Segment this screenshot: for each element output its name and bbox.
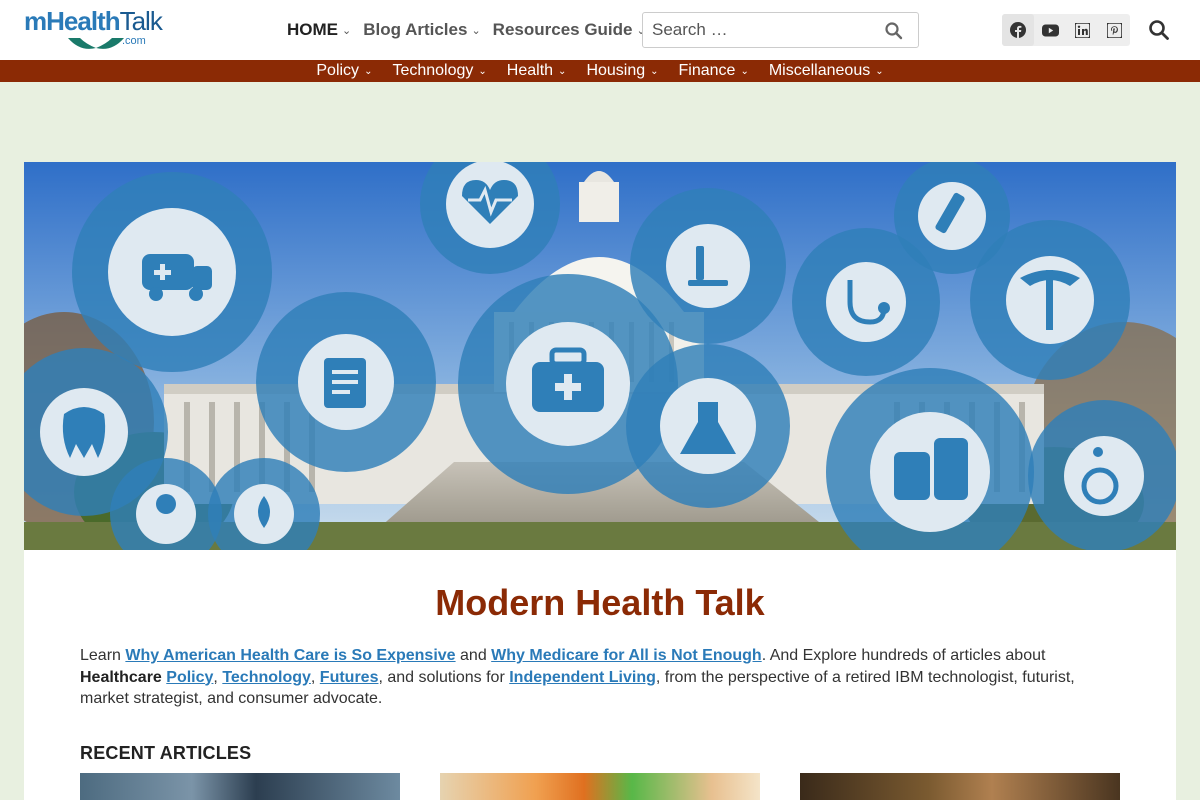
logo-m: m [24,6,47,36]
nav-item-home[interactable]: HOME ⌄ [287,20,351,40]
logo-text: mHealthTalk [24,6,163,36]
category-item-policy[interactable]: Policy ⌄ [316,62,372,80]
intro-text: , [213,668,223,686]
site-header: mHealthTalk .com HOME ⌄ Blog Articles ⌄ Re… [0,0,1200,60]
site-logo[interactable]: mHealthTalk .com [24,6,163,54]
youtube-icon [1041,24,1059,36]
category-label: Finance [678,62,736,79]
hero-image [24,162,1176,550]
search-icon[interactable] [884,21,904,41]
category-item-finance[interactable]: Finance ⌄ [679,62,749,80]
category-label: Housing [586,62,646,79]
chevron-down-icon: ⌄ [342,24,352,37]
logo-com: .com [122,35,146,47]
linkedin-link[interactable] [1066,14,1098,46]
link-independent-living[interactable]: Independent Living [509,669,656,686]
recent-articles-heading: RECENT ARTICLES [80,743,252,763]
intro-text: and [455,647,492,664]
intro-text: Learn [80,647,126,664]
intro-paragraph: Learn Why American Health Care is So Exp… [80,645,1090,710]
category-label: Health [506,62,554,79]
intro-bold: Healthcare [80,668,162,686]
chevron-down-icon: ⌄ [875,65,884,77]
page-title: Modern Health Talk [435,582,765,623]
search-form [642,12,919,48]
facebook-link[interactable] [1002,14,1034,46]
pinterest-link[interactable] [1098,14,1130,46]
nav-label: Blog Articles [363,20,468,39]
main-content: Modern Health Talk Learn Why American He… [24,550,1176,800]
logo-health: Health [46,6,120,36]
category-item-housing[interactable]: Housing ⌄ [586,62,658,80]
chevron-down-icon: ⌄ [471,24,481,37]
link-policy[interactable]: Policy [166,669,213,686]
category-label: Policy [316,62,360,79]
youtube-link[interactable] [1034,14,1066,46]
link-why-health-care-expensive[interactable]: Why American Health Care is So Expensive [125,647,455,664]
link-medicare-for-all[interactable]: Why Medicare for All is Not Enough [491,647,762,664]
intro-text: . And Explore hundreds of articles about [761,647,1046,664]
category-item-health[interactable]: Health ⌄ [507,62,567,80]
category-item-miscellaneous[interactable]: Miscellaneous ⌄ [769,62,884,80]
nav-item-resources-guide[interactable]: Resources Guide⌄ [493,20,646,40]
category-label: Miscellaneous [768,62,871,79]
logo-talk: Talk [119,6,163,36]
nav-item-blog-articles[interactable]: Blog Articles ⌄ [363,20,480,40]
search-input[interactable] [643,13,873,47]
chevron-down-icon: ⌄ [364,65,373,77]
main-nav: HOME⌄ Blog Articles⌄ Resources Guide⌄ [287,0,658,60]
article-thumbnail[interactable] [800,773,1120,800]
chevron-down-icon: ⌄ [650,65,659,77]
article-thumbnail[interactable] [80,773,400,800]
category-label: Technology [392,62,474,79]
article-thumbnail[interactable] [440,773,760,800]
link-technology[interactable]: Technology [222,669,311,686]
hands-icon [68,38,124,49]
chevron-down-icon: ⌄ [558,65,567,77]
social-links [1002,14,1130,46]
chevron-down-icon: ⌄ [740,65,749,77]
chevron-down-icon: ⌄ [478,65,487,77]
facebook-icon [1010,22,1026,38]
category-nav: Policy ⌄ Technology ⌄ Health ⌄ Housing ⌄ Fin… [0,60,1200,82]
category-item-technology[interactable]: Technology ⌄ [392,62,486,80]
intro-text: , [310,668,320,686]
pinterest-icon [1106,22,1122,38]
capitol-healthcare-illustration [24,162,1176,550]
nav-label: Resources Guide [492,20,633,39]
linkedin-icon [1074,22,1090,38]
intro-text: , and solutions for [378,668,510,686]
search-icon[interactable] [1148,19,1170,41]
link-futures[interactable]: Futures [320,669,379,686]
nav-label: HOME [287,20,338,39]
